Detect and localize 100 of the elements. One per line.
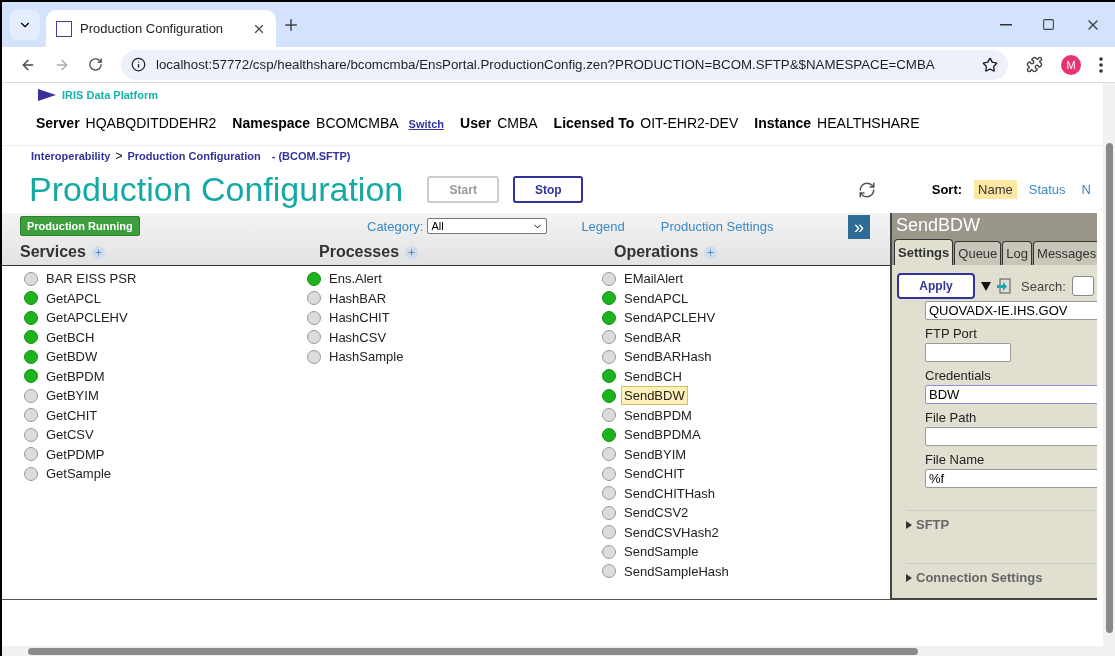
browser-tab[interactable]: Production Configuration xyxy=(46,10,276,47)
sort-option[interactable]: Status xyxy=(1024,180,1070,199)
address-bar[interactable]: localhost:57772/csp/healthshare/bcomcmba/EnsPortal.ProductionConfig.zen?PRODUCTION=BCOM.SFTP&$NAMESPACE=CMBA xyxy=(121,49,1008,80)
config-item[interactable]: GetBPDM xyxy=(43,366,108,386)
panel-tab[interactable]: Log xyxy=(1002,241,1033,266)
info-icon xyxy=(131,57,146,72)
horizontal-scrollbar[interactable] xyxy=(2,646,1115,656)
add-icon[interactable] xyxy=(91,245,105,259)
input-field[interactable] xyxy=(925,427,1097,447)
reload-button[interactable] xyxy=(88,57,103,72)
config-item[interactable]: HashBAR xyxy=(326,288,390,308)
field-label: File Name xyxy=(925,452,986,468)
config-item[interactable]: SendBYIM xyxy=(621,444,690,464)
config-item[interactable]: SendBPDM xyxy=(621,405,695,425)
maximize-icon xyxy=(1042,18,1055,31)
field-label: File Path xyxy=(925,410,978,426)
extensions-button[interactable] xyxy=(1026,56,1043,73)
column-title: Operations xyxy=(614,243,699,261)
sort-label: Sort: xyxy=(931,182,963,197)
stop-button[interactable]: Stop xyxy=(513,176,584,203)
config-item[interactable]: BAR EISS PSR xyxy=(43,269,140,289)
config-item[interactable]: SendCHITHash xyxy=(621,483,719,503)
config-item[interactable]: SendSample xyxy=(621,542,702,562)
config-item[interactable]: GetCHIT xyxy=(43,405,101,425)
config-item[interactable]: SendAPCL xyxy=(621,288,692,308)
add-icon[interactable] xyxy=(704,245,718,259)
config-item[interactable]: SendCSVHash2 xyxy=(621,522,722,542)
info-label: Server xyxy=(36,115,80,131)
field-label: FTP Port xyxy=(925,326,978,342)
panel-title: SendBDW xyxy=(892,213,1097,239)
plus-icon xyxy=(407,247,417,257)
panel-tab[interactable]: Settings xyxy=(894,239,954,266)
info-label: Licensed To xyxy=(553,115,635,131)
config-item[interactable]: HashCHIT xyxy=(326,308,393,328)
reload-icon xyxy=(88,57,103,72)
config-item[interactable]: GetBCH xyxy=(43,327,98,347)
config-item[interactable]: GetCSV xyxy=(43,425,97,445)
config-item[interactable]: SendBARHash xyxy=(621,347,715,367)
config-item[interactable]: HashSample xyxy=(326,347,407,367)
add-icon[interactable] xyxy=(405,245,419,259)
config-item[interactable]: GetBDW xyxy=(43,347,101,367)
sort-option[interactable]: N xyxy=(1077,180,1095,199)
sort-option[interactable]: Name xyxy=(974,180,1017,199)
dropdown-triangle-icon[interactable] xyxy=(981,281,991,292)
category-select[interactable]: All xyxy=(427,218,548,234)
switch-link[interactable]: Switch xyxy=(408,118,444,130)
breadcrumb-link[interactable]: Production Configuration xyxy=(127,150,261,162)
info-label: Namespace xyxy=(232,115,311,131)
config-item[interactable]: EMailAlert xyxy=(621,269,687,289)
info-label: User xyxy=(460,115,492,131)
bookmark-star-icon[interactable] xyxy=(982,56,998,73)
column-title: Services xyxy=(20,243,86,261)
refresh-icon[interactable] xyxy=(857,180,876,199)
section-header[interactable]: SFTP xyxy=(916,517,950,533)
browser-menu-button[interactable] xyxy=(1099,56,1103,73)
info-value: BCOMCMBA xyxy=(316,115,399,131)
column-title: Processes xyxy=(319,243,400,261)
menu-icon xyxy=(1099,56,1103,73)
input-field[interactable]: QUOVADX-IE.IHS.GOV xyxy=(925,301,1097,321)
config-item[interactable]: GetPDMP xyxy=(43,444,108,464)
minimize-icon xyxy=(1000,23,1012,26)
vertical-scrollbar[interactable] xyxy=(1103,83,1115,646)
maximize-button[interactable] xyxy=(1042,16,1055,33)
config-item[interactable]: SendBCH xyxy=(621,366,685,386)
plus-icon xyxy=(93,247,103,257)
production-name: - (BCOM.SFTP) xyxy=(271,150,351,162)
config-item[interactable]: SendAPCLEHV xyxy=(621,308,719,328)
config-item[interactable]: SendBAR xyxy=(621,327,685,347)
config-item[interactable]: HashCSV xyxy=(326,327,390,347)
input-field[interactable]: %f xyxy=(925,469,1097,489)
panel-tab[interactable]: Queue xyxy=(954,241,1002,266)
search-field[interactable] xyxy=(1071,276,1094,297)
panel-tab[interactable]: Messages xyxy=(1033,241,1097,266)
config-item[interactable]: Ens.Alert xyxy=(326,269,385,289)
info-value: HEALTHSHARE xyxy=(817,115,920,131)
config-item[interactable]: GetBYIM xyxy=(43,386,102,406)
expand-button[interactable]: » xyxy=(848,215,870,239)
config-item[interactable]: GetSample xyxy=(43,464,115,484)
app-favicon-icon xyxy=(56,20,72,37)
config-item[interactable]: SendCSV2 xyxy=(621,503,692,523)
apply-button[interactable]: Apply xyxy=(897,273,975,300)
config-item[interactable]: GetAPCLEHV xyxy=(43,308,131,328)
category-label: Category: xyxy=(367,218,424,234)
plus-icon xyxy=(706,247,716,257)
config-item[interactable]: SendSampleHash xyxy=(621,561,732,581)
search-label: Search: xyxy=(1021,278,1066,294)
input-field[interactable] xyxy=(925,343,1011,363)
input-field[interactable]: BDW xyxy=(925,385,1097,405)
profile-avatar[interactable]: M xyxy=(1061,54,1081,75)
status-badge: Production Running xyxy=(20,216,140,236)
breadcrumb-link[interactable]: Interoperability xyxy=(31,150,111,162)
config-item[interactable]: GetAPCL xyxy=(43,288,104,308)
config-item[interactable]: SendCHIT xyxy=(621,464,688,484)
config-item[interactable]: SendBPDMA xyxy=(621,425,704,445)
logo-icon xyxy=(38,89,56,101)
config-item[interactable]: SendBDW xyxy=(621,386,688,406)
page-title: Production Configuration xyxy=(29,170,404,209)
breadcrumb-separator: > xyxy=(115,149,123,163)
section-header[interactable]: Connection Settings xyxy=(916,569,1043,585)
logo-text: IRIS Data Platform xyxy=(62,89,158,101)
